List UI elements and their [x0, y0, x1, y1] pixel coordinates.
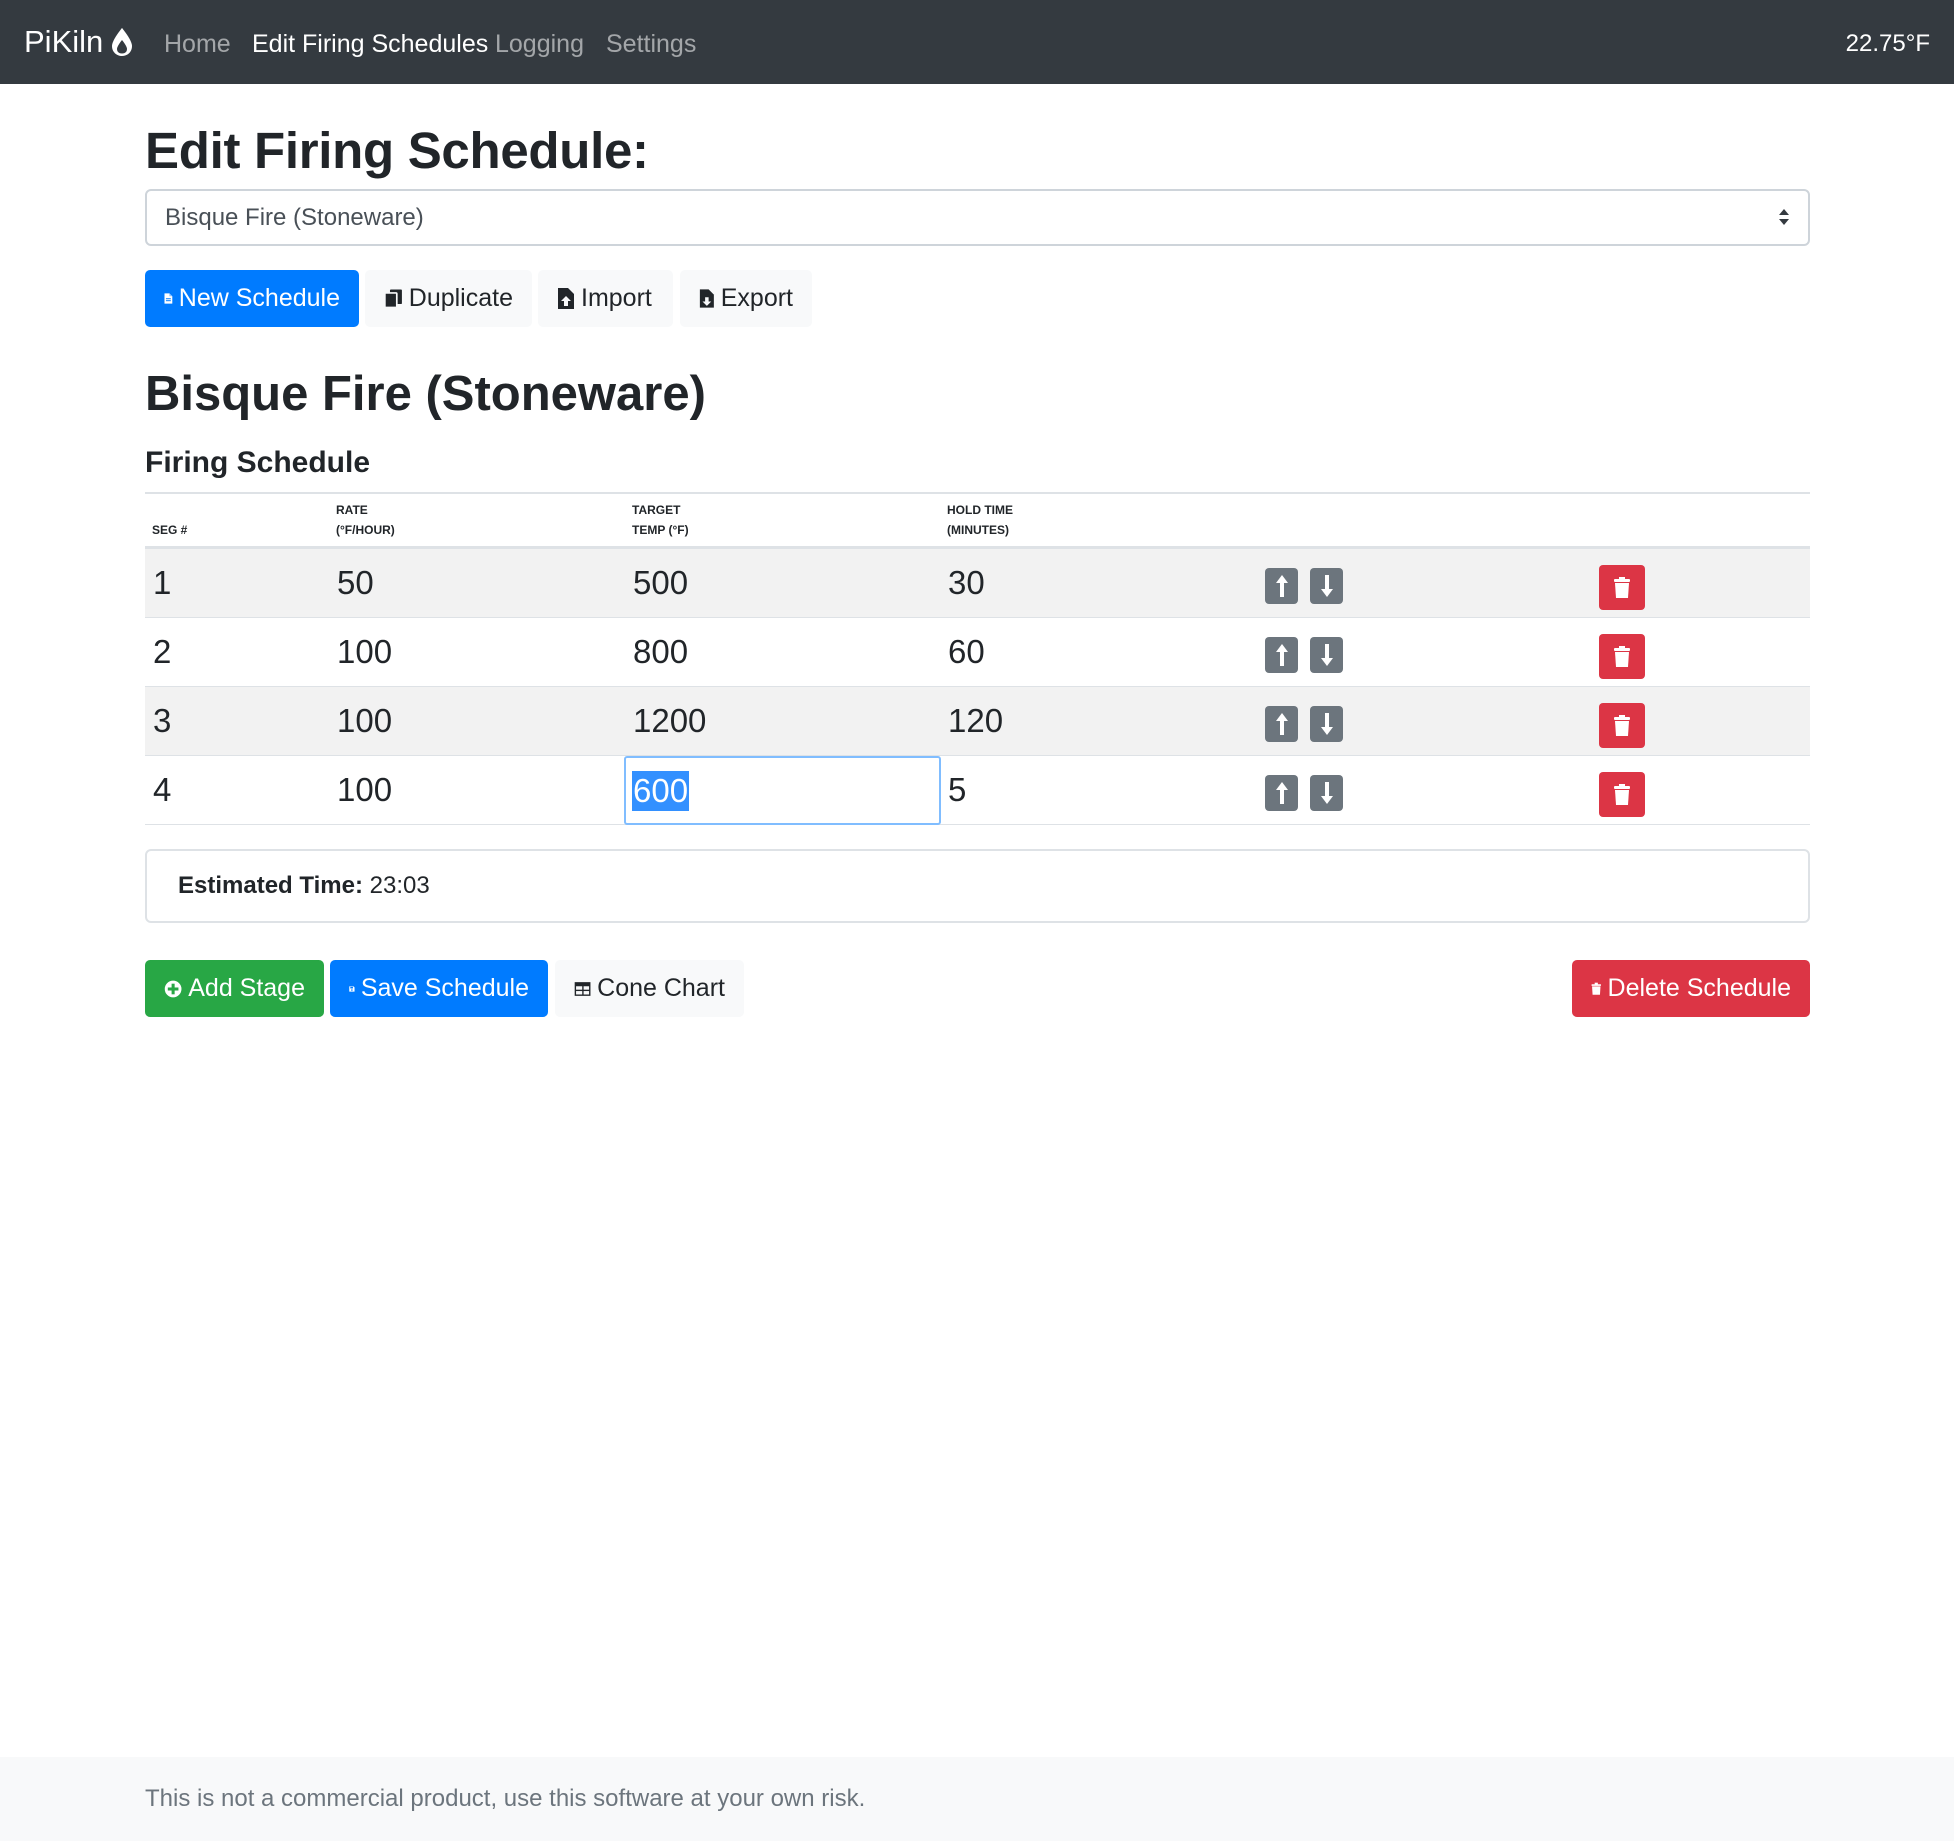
page-title: Edit Firing Schedule: [145, 122, 649, 179]
section-title: Firing Schedule [145, 446, 371, 479]
trash-icon [1614, 576, 1630, 598]
brand[interactable]: PiKiln [24, 20, 133, 64]
rate-cell[interactable]: 100 [337, 756, 392, 824]
table-row: 1 50 500 30 [145, 549, 1810, 618]
trash-icon [1614, 783, 1630, 805]
estimated-time-card: Estimated Time: 23:03 [145, 849, 1810, 923]
cone-chart-label: Cone Chart [597, 974, 725, 1002]
target-cell[interactable]: 800 [633, 618, 688, 686]
header-rate: RATE [336, 503, 368, 517]
schedule-select[interactable]: Bisque Fire (Stoneware) [145, 189, 1810, 246]
trash-icon [1614, 645, 1630, 667]
target-temp-input[interactable]: 600 [624, 756, 941, 825]
duplicate-button[interactable]: Duplicate [365, 270, 532, 327]
table-icon [574, 981, 591, 996]
move-up-button[interactable] [1265, 568, 1298, 604]
target-cell[interactable]: 500 [633, 549, 688, 617]
duplicate-label: Duplicate [408, 284, 513, 312]
hold-cell[interactable]: 5 [948, 756, 966, 824]
move-down-button[interactable] [1310, 637, 1343, 673]
file-export-icon [699, 289, 714, 308]
sort-caret-icon [1779, 209, 1789, 225]
arrow-down-icon [1320, 713, 1333, 735]
schedule-name: Bisque Fire (Stoneware) [145, 367, 706, 421]
save-schedule-button[interactable]: Save Schedule [330, 960, 548, 1017]
nav-home[interactable]: Home [164, 24, 231, 64]
cone-chart-button[interactable]: Cone Chart [555, 960, 744, 1017]
arrow-down-icon [1320, 644, 1333, 666]
move-up-button[interactable] [1265, 637, 1298, 673]
estimated-time-label: Estimated Time: [178, 872, 363, 899]
add-stage-button[interactable]: Add Stage [145, 960, 324, 1017]
footer-disclaimer: This is not a commercial product, use th… [145, 1785, 866, 1812]
delete-schedule-button[interactable]: Delete Schedule [1572, 960, 1810, 1017]
estimated-time-value: 23:03 [369, 872, 430, 899]
export-label: Export [720, 284, 793, 312]
flame-icon [112, 28, 133, 56]
hold-cell[interactable]: 120 [948, 687, 1003, 755]
seg-cell: 4 [153, 771, 172, 808]
hold-cell[interactable]: 30 [948, 549, 985, 617]
rate-cell[interactable]: 100 [337, 618, 392, 686]
arrow-up-icon [1275, 782, 1288, 804]
plus-circle-icon [164, 980, 182, 997]
rate-cell[interactable]: 100 [337, 687, 392, 755]
target-temp-input-value: 600 [632, 771, 690, 811]
export-button[interactable]: Export [680, 270, 812, 327]
delete-stage-button[interactable] [1599, 565, 1645, 610]
import-label: Import [581, 284, 652, 312]
save-icon [349, 985, 355, 992]
nav-logging[interactable]: Logging [495, 24, 584, 64]
top-navbar: PiKiln Home Edit Firing Schedules Loggin… [0, 0, 1954, 84]
target-cell[interactable]: 1200 [633, 687, 706, 755]
delete-stage-button[interactable] [1599, 772, 1645, 817]
add-stage-label: Add Stage [188, 974, 305, 1002]
new-schedule-button[interactable]: New Schedule [145, 270, 359, 327]
delete-stage-button[interactable] [1599, 703, 1645, 748]
file-import-icon [558, 288, 574, 309]
table-top-border [145, 492, 1810, 494]
move-up-button[interactable] [1265, 775, 1298, 811]
arrow-up-icon [1275, 575, 1288, 597]
header-target-unit: TEMP (°F) [632, 523, 689, 537]
file-icon [164, 293, 173, 304]
header-hold-unit: (MINUTES) [947, 523, 1009, 537]
move-up-button[interactable] [1265, 706, 1298, 742]
arrow-up-icon [1275, 644, 1288, 666]
header-target: TARGET [632, 503, 681, 517]
trash-icon [1591, 982, 1602, 995]
seg-cell: 3 [153, 702, 172, 739]
trash-icon [1614, 714, 1630, 736]
table-row: 2 100 800 60 [145, 618, 1810, 687]
seg-cell: 1 [153, 564, 172, 601]
copy-icon [384, 289, 402, 309]
arrow-down-icon [1320, 575, 1333, 597]
nav-settings[interactable]: Settings [606, 24, 696, 64]
rate-cell[interactable]: 50 [337, 549, 374, 617]
header-hold: HOLD TIME [947, 503, 1013, 517]
header-rate-unit: (°F/HOUR) [336, 523, 395, 537]
delete-stage-button[interactable] [1599, 634, 1645, 679]
move-down-button[interactable] [1310, 568, 1343, 604]
current-temperature: 22.75°F [1845, 30, 1930, 57]
seg-cell: 2 [153, 633, 172, 670]
move-down-button[interactable] [1310, 775, 1343, 811]
nav-edit-firing-schedules[interactable]: Edit Firing Schedules [252, 24, 488, 64]
arrow-up-icon [1275, 713, 1288, 735]
import-button[interactable]: Import [538, 270, 673, 327]
header-seg: SEG # [152, 523, 188, 537]
schedule-select-value: Bisque Fire (Stoneware) [165, 204, 424, 231]
hold-cell[interactable]: 60 [948, 618, 985, 686]
table-row: 4 100 600 5 [145, 756, 1810, 825]
new-schedule-label: New Schedule [178, 284, 340, 312]
move-down-button[interactable] [1310, 706, 1343, 742]
delete-schedule-label: Delete Schedule [1607, 974, 1791, 1002]
footer: This is not a commercial product, use th… [0, 1757, 1954, 1841]
arrow-down-icon [1320, 782, 1333, 804]
save-schedule-label: Save Schedule [360, 974, 529, 1002]
table-row: 3 100 1200 120 [145, 687, 1810, 756]
brand-name: PiKiln [24, 24, 104, 59]
